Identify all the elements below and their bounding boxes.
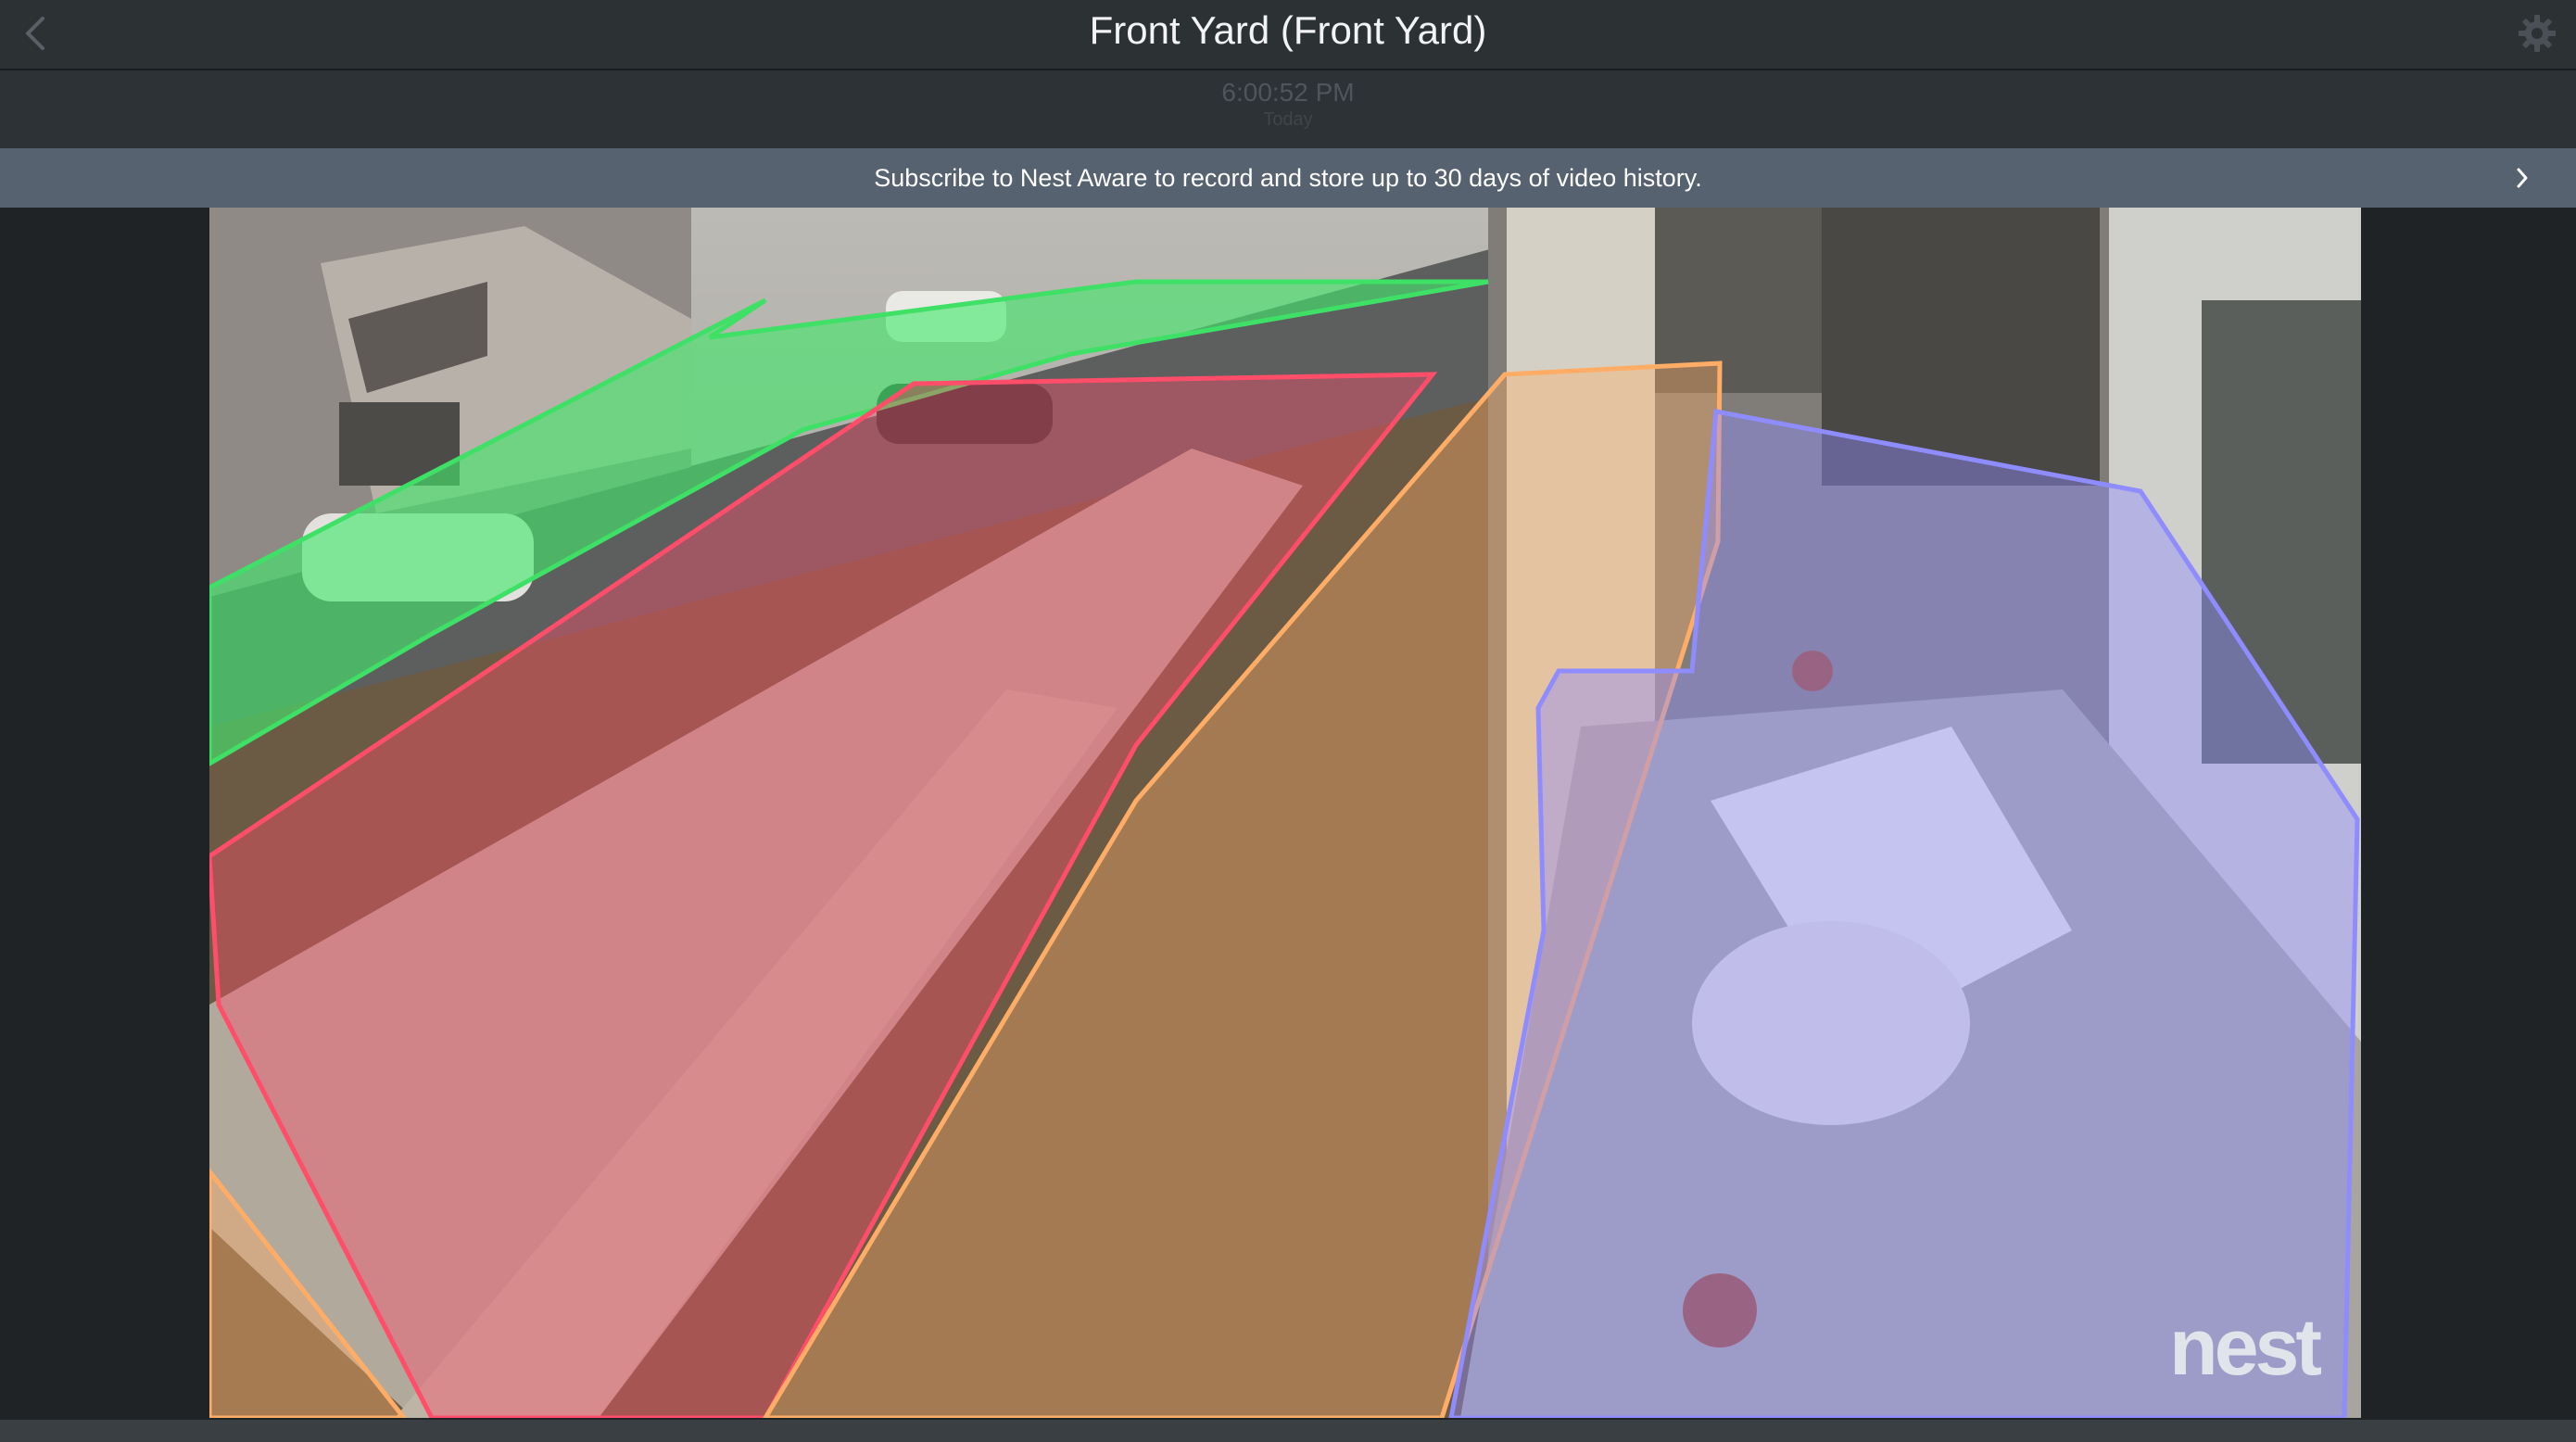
- settings-button[interactable]: [2511, 7, 2563, 59]
- gear-icon: [2519, 15, 2556, 52]
- timeline-bar[interactable]: 6:00:52 PM Today: [0, 70, 2576, 148]
- header-bar: Front Yard (Front Yard): [0, 0, 2576, 70]
- bottom-bar: [0, 1420, 2576, 1442]
- camera-scene: [209, 208, 2361, 1418]
- nest-aware-banner[interactable]: Subscribe to Nest Aware to record and st…: [0, 148, 2576, 208]
- chevron-right-icon: [2517, 168, 2528, 188]
- nest-watermark: nest: [2169, 1303, 2322, 1392]
- current-time: 6:00:52 PM: [1221, 78, 1355, 107]
- camera-video-feed[interactable]: nest: [209, 208, 2361, 1418]
- banner-chevron: [2506, 161, 2539, 195]
- current-date: Today: [1263, 109, 1313, 130]
- page-title: Front Yard (Front Yard): [1089, 8, 1487, 52]
- banner-text: Subscribe to Nest Aware to record and st…: [874, 164, 1702, 192]
